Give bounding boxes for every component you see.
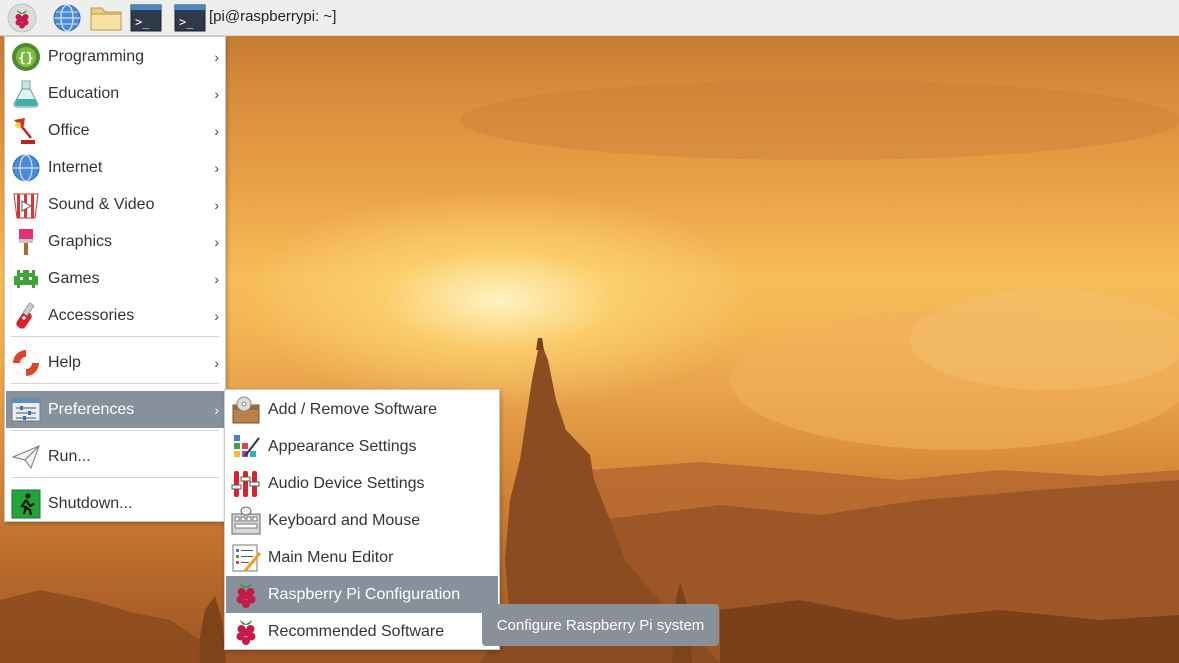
- keyboard-mouse-icon: [231, 506, 261, 535]
- preferences-icon: [11, 398, 41, 422]
- menu-separator: [11, 477, 219, 478]
- menu-item-sound-video[interactable]: Sound & Video ›: [6, 186, 224, 223]
- chevron-right-icon: ›: [214, 401, 219, 418]
- chevron-right-icon: ›: [214, 85, 219, 102]
- preferences-submenu: Add / Remove Software Appearance Setting…: [224, 389, 500, 650]
- chevron-right-icon: ›: [214, 354, 219, 371]
- menu-item-help[interactable]: Help ›: [6, 344, 224, 381]
- menu-item-office[interactable]: Office ›: [6, 112, 224, 149]
- web-browser-launcher[interactable]: [50, 3, 84, 33]
- file-manager-icon: [90, 7, 122, 31]
- menu-item-label: Internet: [48, 158, 103, 176]
- taskbar-panel: >_ >_ [pi@raspberrypi: ~]: [0, 0, 1179, 36]
- accessories-knife-icon: [16, 302, 35, 329]
- terminal-icon: >_: [130, 4, 162, 32]
- sound-video-icon: [13, 193, 39, 219]
- menu-item-label: Help: [48, 353, 81, 371]
- main-menu-editor-icon: [232, 544, 261, 572]
- menu-separator: [11, 336, 219, 337]
- raspberry-menu-icon: [7, 3, 37, 33]
- office-icon: [14, 118, 35, 144]
- menu-item-label: Programming: [48, 47, 145, 65]
- tooltip: Configure Raspberry Pi system: [482, 604, 719, 646]
- appearance-settings-icon: [234, 435, 260, 457]
- graphics-brush-icon: [19, 229, 33, 255]
- menu-item-preferences[interactable]: Preferences ›: [6, 391, 224, 428]
- menu-item-label: Sound & Video: [48, 195, 155, 213]
- web-browser-icon: [53, 4, 81, 32]
- chevron-right-icon: ›: [214, 159, 219, 176]
- menu-item-education[interactable]: Education ›: [6, 75, 224, 112]
- terminal-launcher[interactable]: >_: [128, 3, 164, 33]
- chevron-right-icon: ›: [214, 122, 219, 139]
- menu-item-label: Keyboard and Mouse: [268, 511, 421, 529]
- menu-item-label: Office: [48, 121, 90, 139]
- svg-text:>_: >_: [179, 15, 194, 29]
- menu-item-shutdown[interactable]: Shutdown...: [6, 485, 224, 522]
- shutdown-exit-icon: [11, 489, 41, 519]
- menu-separator: [11, 430, 219, 431]
- games-invader-icon: [14, 270, 38, 288]
- menu-item-accessories[interactable]: Accessories ›: [6, 297, 224, 334]
- submenu-item-audio-device-settings[interactable]: Audio Device Settings: [226, 465, 498, 502]
- menu-item-label: Games: [48, 269, 100, 287]
- menu-separator: [11, 383, 219, 384]
- menu-item-label: Audio Device Settings: [268, 474, 425, 492]
- audio-device-settings-icon: [231, 471, 260, 497]
- submenu-item-main-menu-editor[interactable]: Main Menu Editor: [226, 539, 498, 576]
- menu-item-label: Appearance Settings: [268, 437, 417, 455]
- menu-item-programming[interactable]: {} Programming ›: [6, 38, 224, 75]
- menu-item-games[interactable]: Games ›: [6, 260, 224, 297]
- file-manager-launcher[interactable]: [88, 3, 124, 33]
- submenu-item-recommended-software[interactable]: Recommended Software: [226, 613, 498, 650]
- submenu-item-raspberry-pi-configuration[interactable]: Raspberry Pi Configuration: [226, 576, 498, 613]
- add-remove-software-icon: [232, 396, 260, 424]
- menu-item-internet[interactable]: Internet ›: [6, 149, 224, 186]
- menu-item-label: Accessories: [48, 306, 135, 324]
- submenu-item-appearance-settings[interactable]: Appearance Settings: [226, 428, 498, 465]
- education-icon: [13, 80, 39, 108]
- menu-item-label: Add / Remove Software: [268, 400, 437, 418]
- menu-item-label: Shutdown...: [48, 494, 133, 512]
- applications-menu: {} Programming › Education › Office › In…: [4, 36, 226, 522]
- run-paperplane-icon: [11, 445, 40, 470]
- menu-item-label: Main Menu Editor: [268, 548, 394, 566]
- menu-item-run[interactable]: Run...: [6, 438, 224, 475]
- taskbar-window-title: [pi@raspberrypi: ~]: [209, 8, 337, 25]
- chevron-right-icon: ›: [214, 48, 219, 65]
- menu-item-label: Preferences: [48, 400, 135, 418]
- svg-text:{}: {}: [18, 51, 34, 66]
- menu-item-graphics[interactable]: Graphics ›: [6, 223, 224, 260]
- chevron-right-icon: ›: [214, 196, 219, 213]
- submenu-item-add-remove-software[interactable]: Add / Remove Software: [226, 391, 498, 428]
- menu-item-label: Raspberry Pi Configuration: [268, 585, 461, 603]
- submenu-item-keyboard-mouse[interactable]: Keyboard and Mouse: [226, 502, 498, 539]
- recommended-software-icon: [236, 620, 256, 645]
- menu-item-label: Education: [48, 84, 120, 102]
- chevron-right-icon: ›: [214, 270, 219, 287]
- svg-text:>_: >_: [135, 15, 150, 29]
- terminal-window-icon: >_: [174, 4, 206, 32]
- chevron-right-icon: ›: [214, 307, 219, 324]
- raspberry-menu-button[interactable]: [4, 3, 40, 33]
- menu-item-label: Graphics: [48, 232, 113, 250]
- raspberry-pi-config-icon: [236, 583, 256, 608]
- internet-globe-icon: [12, 154, 40, 182]
- chevron-right-icon: ›: [214, 233, 219, 250]
- menu-item-label: Recommended Software: [268, 622, 445, 640]
- help-lifebuoy-icon: [13, 350, 39, 376]
- programming-icon: {}: [12, 43, 40, 71]
- menu-item-label: Run...: [48, 447, 91, 465]
